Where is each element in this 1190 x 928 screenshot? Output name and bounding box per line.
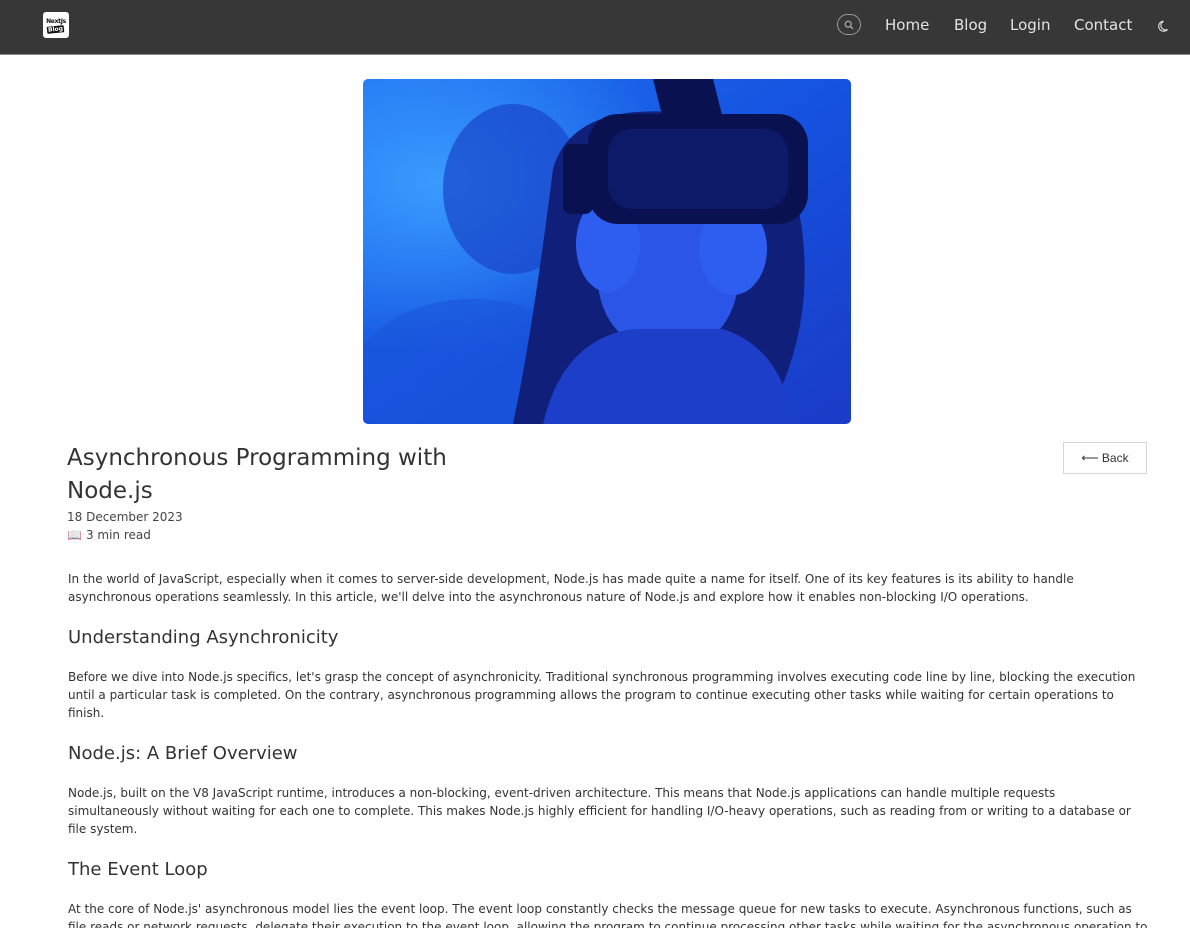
search-icon bbox=[844, 20, 854, 29]
post-read-time: 📖 3 min read bbox=[67, 527, 151, 543]
search-button[interactable] bbox=[837, 14, 861, 35]
navbar: NextJs Blog Home Blog Login Contact bbox=[0, 0, 1190, 55]
back-button[interactable]: ⟵ Back bbox=[1063, 442, 1147, 474]
logo-text-bottom: Blog bbox=[47, 24, 65, 34]
site-logo[interactable]: NextJs Blog bbox=[43, 12, 69, 38]
section-heading: The Event Loop bbox=[68, 859, 208, 880]
post-title: Asynchronous Programming with Node.js bbox=[67, 445, 447, 504]
read-time-label: 3 min read bbox=[85, 528, 151, 542]
post-paragraph: Node.js, built on the V8 JavaScript runt… bbox=[68, 786, 1131, 836]
moon-icon bbox=[1158, 20, 1168, 32]
post-date: 18 December 2023 bbox=[67, 510, 183, 524]
nav-link-login[interactable]: Login bbox=[1010, 15, 1050, 35]
section-heading: Understanding Asynchronicity bbox=[68, 627, 339, 648]
post-paragraph: In the world of JavaScript, especially w… bbox=[68, 572, 1074, 604]
book-icon: 📖 bbox=[67, 528, 82, 542]
section-heading: Node.js: A Brief Overview bbox=[68, 743, 298, 764]
nav-link-home[interactable]: Home bbox=[885, 15, 929, 35]
nav-link-blog[interactable]: Blog bbox=[954, 15, 987, 35]
logo-text-top: NextJs bbox=[46, 17, 66, 25]
post-cover-image bbox=[363, 79, 851, 424]
nav-link-contact[interactable]: Contact bbox=[1074, 15, 1132, 35]
post-paragraph: At the core of Node.js' asynchronous mod… bbox=[68, 902, 1148, 928]
post-content: In the world of JavaScript, especially w… bbox=[68, 570, 1148, 928]
post-paragraph: Before we dive into Node.js specifics, l… bbox=[68, 670, 1136, 720]
theme-toggle-button[interactable] bbox=[1158, 18, 1172, 32]
